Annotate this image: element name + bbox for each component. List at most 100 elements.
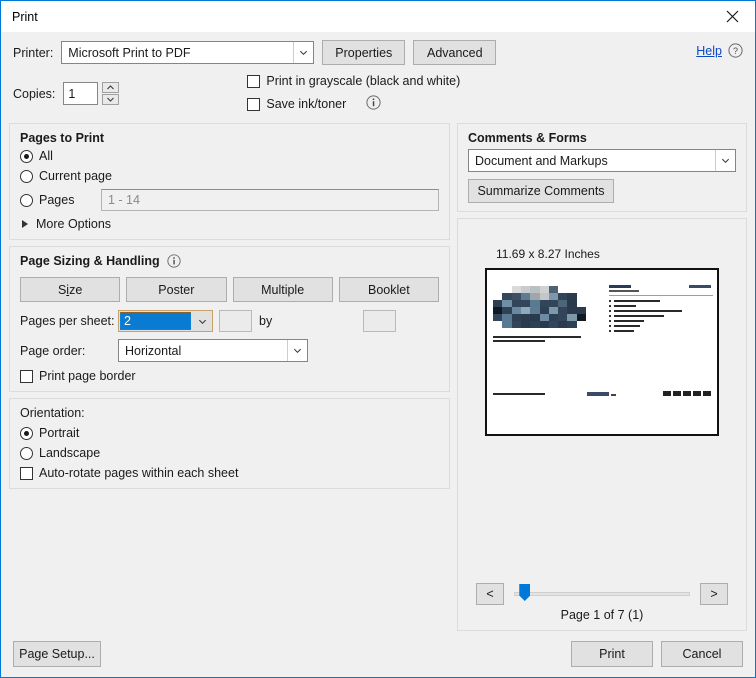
spinner-down-icon: [107, 97, 115, 102]
page-slider-track: [514, 592, 690, 596]
page-sizing-title: Page Sizing & Handling: [20, 254, 439, 271]
summarize-comments-button[interactable]: Summarize Comments: [468, 179, 614, 203]
radio-row-current-page[interactable]: Current page: [20, 169, 439, 183]
copies-label: Copies:: [13, 86, 56, 101]
printer-select[interactable]: Microsoft Print to PDF: [61, 41, 315, 64]
grayscale-checkbox[interactable]: [247, 74, 261, 88]
radio-row-portrait[interactable]: Portrait: [20, 426, 439, 440]
title-bar: Print: [1, 1, 755, 32]
comments-forms-title: Comments & Forms: [468, 131, 587, 145]
preview-slide-subtitle: [609, 290, 639, 292]
bullet-text-bar: [614, 320, 644, 322]
poster-button[interactable]: Poster: [126, 277, 227, 302]
pages-to-print-panel: Pages to Print All Current page Pages 1 …: [9, 123, 450, 240]
previous-page-button[interactable]: <: [476, 583, 504, 605]
preview-dimensions: 11.69 x 8.27 Inches: [496, 247, 600, 261]
chevron-down-icon: [715, 150, 735, 171]
print-page-border-checkbox[interactable]: [20, 369, 33, 383]
print-page-border-label: Print page border: [39, 369, 136, 383]
page-indicator: Page 1 of 7 (1): [560, 608, 644, 622]
pages-range-input[interactable]: 1 - 14: [101, 189, 439, 211]
preview-footer-swatches: [663, 391, 711, 396]
radio-portrait-label: Portrait: [39, 426, 80, 440]
preview-footer-block: [587, 392, 609, 396]
copies-input[interactable]: 1: [63, 82, 99, 105]
bullet-text-bar: [614, 315, 664, 317]
radio-landscape[interactable]: [20, 446, 33, 460]
radio-pages-label: Pages: [39, 193, 75, 207]
preview-mosaic-image: [493, 286, 586, 328]
page-order-label: Page order:: [20, 343, 86, 358]
radio-landscape-label: Landscape: [39, 446, 101, 460]
left-column: Pages to Print All Current page Pages 1 …: [9, 123, 450, 631]
print-border-checkbox-row[interactable]: Print page border: [20, 369, 439, 383]
more-options-toggle[interactable]: More Options: [20, 217, 439, 231]
radio-current-page[interactable]: [20, 169, 33, 183]
svg-text:?: ?: [733, 46, 738, 56]
dialog-footer: Page Setup... Print Cancel: [1, 631, 755, 677]
dialog-body: Pages to Print All Current page Pages 1 …: [1, 123, 755, 631]
bullet-text-bar: [614, 325, 640, 327]
question-circle-icon[interactable]: ?: [728, 43, 743, 61]
preview-slide-code: [689, 285, 711, 288]
preview-slide-title: [609, 285, 631, 288]
spinner-up-icon: [107, 85, 115, 90]
page-slider-thumb[interactable]: [519, 584, 531, 601]
page-setup-button[interactable]: Page Setup...: [13, 641, 101, 667]
window-title: Print: [12, 9, 38, 24]
preview-navigation: < > Page 1 of 7 (1): [458, 583, 746, 630]
auto-rotate-label: Auto-rotate pages within each sheet: [39, 466, 239, 480]
preview-bullet-item: [609, 315, 713, 317]
radio-row-all[interactable]: All: [20, 149, 439, 163]
print-dialog: Print Printer: Microsoft Print to PDF Pr…: [0, 0, 756, 678]
page-order-row: Page order: Horizontal: [20, 339, 439, 362]
bullet-text-bar: [614, 300, 660, 302]
orientation-panel: Orientation: Portrait Landscape Auto-rot…: [9, 398, 450, 489]
preview-footer-mark: [611, 394, 616, 396]
page-slider[interactable]: [514, 583, 690, 605]
radio-row-landscape[interactable]: Landscape: [20, 446, 439, 460]
comments-forms-select[interactable]: Document and Markups: [468, 149, 736, 172]
bullet-dot-icon: [609, 315, 611, 317]
copies-spinner-up[interactable]: [102, 82, 120, 93]
bullet-dot-icon: [609, 320, 611, 322]
info-circle-icon[interactable]: [366, 95, 381, 113]
size-button[interactable]: Size: [20, 277, 121, 302]
auto-rotate-checkbox-row[interactable]: Auto-rotate pages within each sheet: [20, 466, 439, 480]
print-button[interactable]: Print: [571, 641, 653, 667]
chevron-down-icon: [192, 311, 212, 331]
pages-per-sheet-select[interactable]: 2: [118, 310, 213, 332]
radio-portrait[interactable]: [20, 426, 33, 440]
custom-rows-input[interactable]: [363, 310, 396, 332]
properties-button[interactable]: Properties: [322, 40, 406, 65]
custom-columns-input[interactable]: [219, 310, 252, 332]
help-link[interactable]: Help: [696, 44, 722, 58]
preview-footer-line: [493, 393, 545, 395]
advanced-button[interactable]: Advanced: [413, 40, 497, 65]
copies-spinner-down[interactable]: [102, 94, 120, 105]
auto-rotate-checkbox[interactable]: [20, 466, 33, 480]
radio-all[interactable]: [20, 149, 33, 163]
grayscale-checkbox-row[interactable]: Print in grayscale (black and white): [247, 74, 460, 88]
pages-per-sheet-row: Pages per sheet: 2 by: [20, 310, 439, 332]
radio-current-page-label: Current page: [39, 169, 112, 183]
page-order-select[interactable]: Horizontal: [118, 339, 308, 362]
booklet-button[interactable]: Booklet: [338, 277, 439, 302]
radio-row-pages[interactable]: Pages 1 - 14: [20, 189, 439, 211]
close-button[interactable]: [709, 1, 755, 31]
preview-bullet-item: [609, 325, 713, 327]
info-circle-icon[interactable]: [167, 254, 181, 271]
cancel-button[interactable]: Cancel: [661, 641, 743, 667]
radio-pages[interactable]: [20, 193, 33, 207]
bullet-dot-icon: [609, 310, 611, 312]
preview-sheet: [485, 268, 719, 436]
save-ink-checkbox[interactable]: [247, 97, 261, 111]
bullet-text-bar: [614, 310, 682, 312]
comments-forms-value: Document and Markups: [475, 153, 608, 168]
preview-bullet-item: [609, 300, 713, 302]
save-ink-checkbox-row[interactable]: Save ink/toner: [247, 95, 460, 113]
grayscale-label: Print in grayscale (black and white): [266, 74, 461, 88]
save-ink-label: Save ink/toner: [266, 97, 347, 111]
next-page-button[interactable]: >: [700, 583, 728, 605]
multiple-button[interactable]: Multiple: [232, 277, 333, 302]
